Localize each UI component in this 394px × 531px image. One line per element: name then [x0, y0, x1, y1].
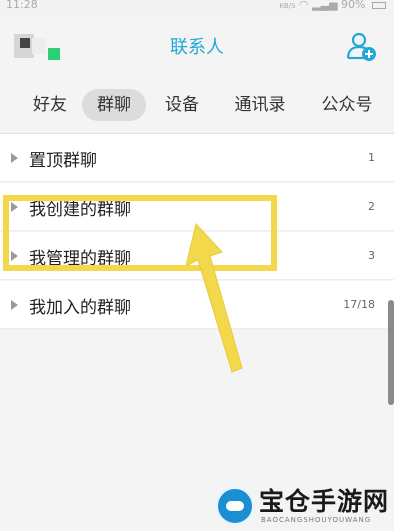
group-category-count: 2 [368, 200, 375, 213]
network-speed: KB/S [279, 2, 296, 10]
tab-friends[interactable]: 好友 [20, 89, 80, 121]
status-indicators: KB/S ◠ ▂▃▅ 90% [279, 0, 386, 14]
tab-contacts-book[interactable]: 通讯录 [224, 89, 296, 121]
watermark-logo-icon [215, 486, 255, 526]
watermark-title: 宝仓手游网 [259, 487, 390, 516]
signal-icon: ▂▃▅ [312, 0, 338, 11]
group-category-label: 置顶群聊 [29, 151, 97, 171]
watermark: 宝仓手游网 BAOCANGSHOUYOUWANG [215, 486, 390, 528]
group-category-label: 我加入的群聊 [29, 298, 131, 318]
scrollbar[interactable] [388, 300, 394, 405]
page-title: 联系人 [170, 37, 224, 58]
watermark-subtitle: BAOCANGSHOUYOUWANG [261, 516, 372, 524]
expand-arrow-icon [11, 300, 18, 310]
group-category-count: 1 [368, 151, 375, 164]
group-category-count: 17/18 [343, 298, 375, 311]
battery-icon [372, 1, 386, 9]
expand-arrow-icon [11, 153, 18, 163]
tab-bar: 好友 群聊 设备 通讯录 公众号 [0, 80, 394, 128]
tab-devices[interactable]: 设备 [152, 89, 212, 121]
status-time: 11:28 [6, 0, 38, 11]
tab-official-accounts[interactable]: 公众号 [310, 89, 384, 121]
group-category-joined[interactable]: 我加入的群聊 17/18 [0, 281, 394, 329]
group-category-pinned[interactable]: 置顶群聊 1 [0, 134, 394, 182]
header: 联系人 [0, 16, 394, 78]
wifi-icon: ◠ [299, 0, 309, 11]
add-contact-icon[interactable] [345, 30, 377, 62]
group-category-count: 3 [368, 249, 375, 262]
highlight-box [3, 195, 277, 271]
status-bar: 11:28 KB/S ◠ ▂▃▅ 90% [0, 0, 394, 16]
battery-percent: 90% [341, 0, 366, 11]
tab-group-chats[interactable]: 群聊 [82, 89, 146, 121]
